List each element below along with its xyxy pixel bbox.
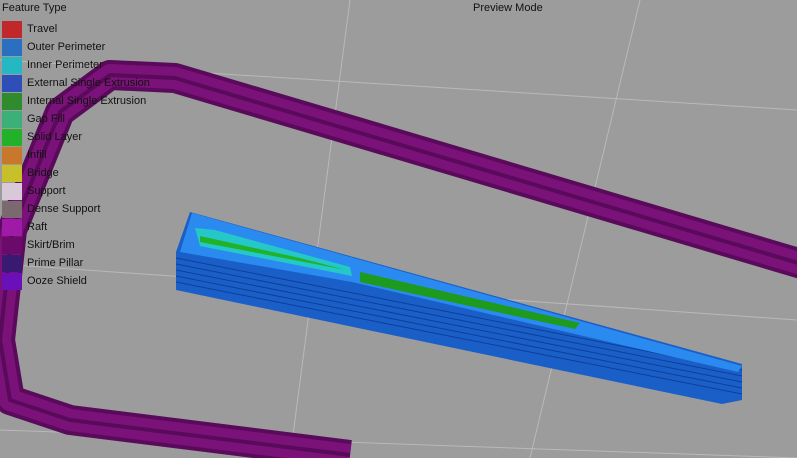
legend-label: Raft	[27, 221, 48, 233]
legend-item: Support	[1, 183, 151, 201]
legend-label: Internal Single Extrusion	[27, 95, 147, 107]
legend-item: Raft	[1, 219, 151, 237]
legend-label: Ooze Shield	[27, 275, 87, 287]
legend-item: Dense Support	[1, 201, 151, 219]
legend-label: Support	[27, 185, 66, 197]
legend-label: External Single Extrusion	[27, 77, 150, 89]
legend-swatch	[2, 39, 22, 56]
legend-swatch	[2, 201, 22, 218]
legend-swatch	[2, 21, 22, 38]
legend-item: Solid Layer	[1, 129, 151, 147]
legend-item: Gap Fill	[1, 111, 151, 129]
legend-item: Infill	[1, 147, 151, 165]
legend-swatch	[2, 111, 22, 128]
legend-title: Feature Type	[2, 2, 67, 14]
legend-item: Outer Perimeter	[1, 39, 151, 57]
legend-swatch	[2, 165, 22, 182]
legend-label: Prime Pillar	[27, 257, 84, 269]
legend-item: Travel	[1, 21, 151, 39]
legend-item: Bridge	[1, 165, 151, 183]
legend-label: Solid Layer	[27, 131, 83, 143]
legend-label: Bridge	[27, 167, 59, 179]
legend-label: Dense Support	[27, 203, 101, 215]
legend-swatch	[2, 129, 22, 146]
preview-mode-label: Preview Mode	[473, 2, 543, 14]
legend-swatch	[2, 57, 22, 74]
legend-label: Travel	[27, 23, 58, 35]
preview-viewport[interactable]: Feature Type Travel Outer Perimeter Inner …	[0, 0, 797, 458]
legend-swatch	[2, 93, 22, 110]
legend-swatch	[2, 255, 22, 272]
legend-swatch	[2, 273, 22, 290]
legend-label: Inner Perimeter	[27, 59, 103, 71]
legend-item: External Single Extrusion	[1, 75, 151, 93]
legend-item: Prime Pillar	[1, 255, 151, 273]
legend-label: Skirt/Brim	[27, 239, 75, 251]
legend-item: Skirt/Brim	[1, 237, 151, 255]
legend-swatch	[2, 147, 22, 164]
legend-item: Ooze Shield	[1, 273, 151, 291]
legend-label: Outer Perimeter	[27, 41, 106, 53]
legend-label: Gap Fill	[27, 113, 65, 125]
legend-swatch	[2, 237, 22, 254]
legend-label: Infill	[27, 149, 47, 161]
legend-item: Internal Single Extrusion	[1, 93, 151, 111]
legend-swatch	[2, 219, 22, 236]
legend-item: Inner Perimeter	[1, 57, 151, 75]
legend-swatch	[2, 75, 22, 92]
legend-swatch	[2, 183, 22, 200]
